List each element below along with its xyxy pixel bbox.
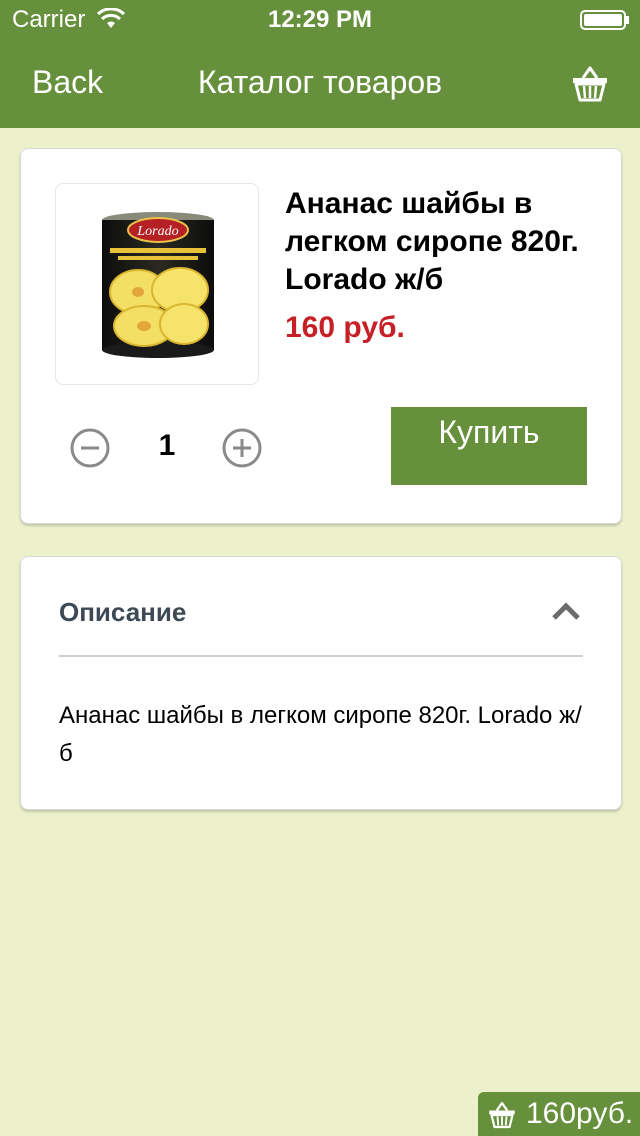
product-title: Ананас шайбы в легком сиропе 820г. Lorad… [285, 187, 579, 296]
basket-icon [489, 1101, 515, 1129]
product-image: Lorado [55, 183, 259, 385]
basket-icon[interactable] [570, 64, 610, 104]
status-time: 12:29 PM [267, 6, 373, 33]
cart-total-amount: 160руб. [526, 1097, 634, 1130]
pineapple-can-image: Lorado [102, 212, 214, 358]
cart-total-button[interactable]: 160руб. [478, 1092, 640, 1136]
page-title: Каталог товаров [197, 64, 443, 100]
description-card: Описание Ананас шайбы в легком сиропе 82… [20, 556, 622, 810]
chevron-up-icon[interactable] [551, 601, 581, 621]
quantity-value: 1 [158, 429, 176, 462]
product-price: 160 руб. [285, 311, 405, 344]
can-brand-label: Lorado [136, 224, 178, 239]
description-divider [59, 655, 583, 657]
product-card: Lorado Ананас шайбы в легком сиропе 820г… [20, 148, 622, 524]
description-text: Ананас шайбы в легком сиропе 820г. Lorad… [59, 702, 582, 767]
battery-icon [580, 10, 629, 30]
navigation-bar: Carrier 12:29 PM Back Каталог товаров [0, 0, 640, 128]
description-header[interactable]: Описание [59, 597, 186, 628]
decrease-quantity-icon[interactable] [69, 427, 111, 469]
increase-quantity-icon[interactable] [221, 427, 263, 469]
buy-button[interactable]: Купить [391, 407, 587, 485]
